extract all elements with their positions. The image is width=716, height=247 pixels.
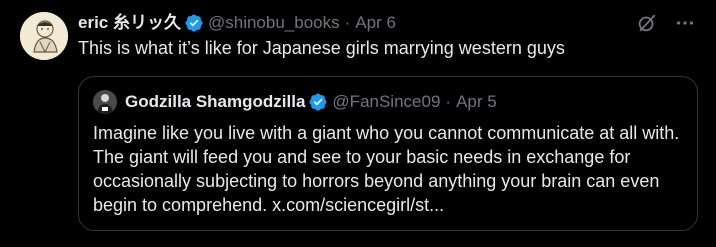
quoted-tweet[interactable]: Godzilla Shamgodzilla @FanSince09 · Apr … <box>78 76 698 231</box>
verified-badge-icon <box>184 13 204 33</box>
quoted-tweet-header: Godzilla Shamgodzilla @FanSince09 · Apr … <box>93 90 497 114</box>
tweet-top-actions <box>634 10 698 36</box>
tweet-text: This is what it’s like for Japanese girl… <box>78 38 565 58</box>
author-avatar[interactable] <box>20 12 68 60</box>
quoted-author-handle[interactable]: @FanSince09 <box>332 92 440 112</box>
tweet-header: eric 糸リッ久 @shinobu_books · Apr 6 <box>78 11 396 35</box>
quoted-author-name[interactable]: Godzilla Shamgodzilla <box>125 92 305 112</box>
tweet[interactable]: eric 糸リッ久 @shinobu_books · Apr 6 This is <box>0 0 716 247</box>
tweet-date[interactable]: Apr 6 <box>355 12 396 34</box>
author-handle[interactable]: @shinobu_books <box>208 12 340 34</box>
quoted-tweet-text: Imagine like you live with a giant who y… <box>93 123 680 215</box>
verified-badge-icon <box>308 92 328 112</box>
more-horizontal-icon[interactable] <box>672 10 698 36</box>
quoted-author-avatar[interactable] <box>93 90 117 114</box>
author-name[interactable]: eric 糸リッ久 <box>78 12 181 34</box>
grok-slash-icon[interactable] <box>634 10 660 36</box>
quoted-header-separator: · <box>445 92 452 111</box>
quoted-tweet-date[interactable]: Apr 5 <box>456 92 497 112</box>
header-separator: · <box>344 13 351 32</box>
